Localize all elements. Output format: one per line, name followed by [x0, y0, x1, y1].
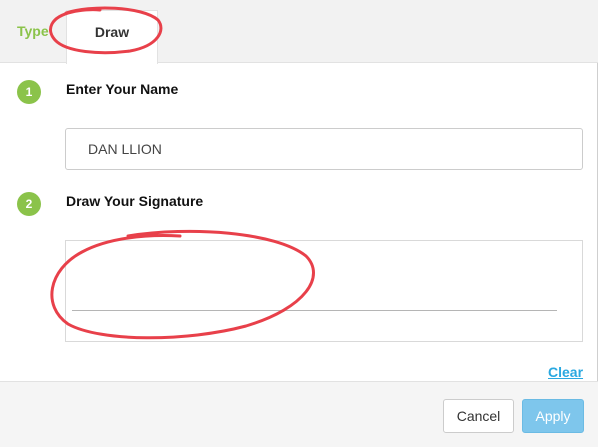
step-1-label: Enter Your Name [66, 81, 179, 97]
dialog-footer: Cancel Apply [0, 381, 598, 447]
step-1-badge: 1 [17, 80, 41, 104]
step-2-label: Draw Your Signature [66, 193, 204, 209]
cancel-button[interactable]: Cancel [443, 399, 514, 433]
step-2-badge: 2 [17, 192, 41, 216]
tab-draw-label: Draw [94, 24, 130, 40]
tab-type[interactable]: Type [17, 23, 49, 39]
signature-baseline [72, 310, 557, 311]
name-input[interactable] [65, 128, 583, 170]
apply-button[interactable]: Apply [522, 399, 584, 433]
signature-pad[interactable] [65, 240, 583, 342]
tab-bar: Type Draw [0, 0, 598, 64]
tab-draw[interactable]: Draw [66, 10, 158, 64]
signature-dialog: Type Draw 1 Enter Your Name 2 Draw Your … [0, 0, 598, 447]
clear-link[interactable]: Clear [548, 364, 583, 380]
